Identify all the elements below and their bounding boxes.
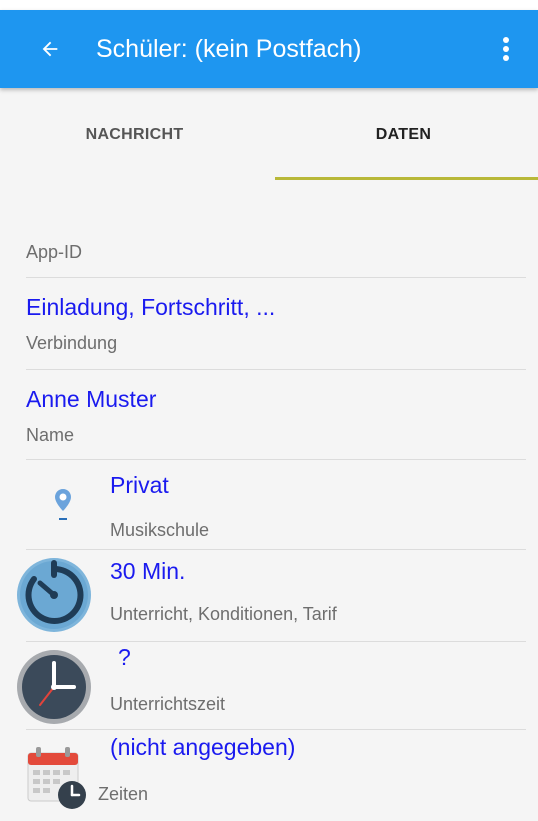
school-label: Musikschule bbox=[110, 520, 210, 540]
back-button[interactable] bbox=[20, 10, 80, 88]
more-vert-icon bbox=[503, 37, 509, 61]
times-icon-box bbox=[18, 730, 94, 820]
name-value: Anne Muster bbox=[26, 386, 157, 412]
lesson-value: 30 Min. bbox=[110, 558, 186, 584]
overflow-menu-button[interactable] bbox=[486, 10, 526, 88]
tab-bar: NACHRICHT DATEN bbox=[0, 88, 538, 182]
school-icon-box bbox=[28, 460, 98, 550]
connection-value: Einladung, Fortschritt, ... bbox=[26, 294, 276, 320]
name-label: Name bbox=[26, 425, 75, 445]
app-id-label: App-ID bbox=[26, 242, 83, 262]
data-list: App-ID Einladung, Fortschritt, ... Verbi… bbox=[0, 182, 538, 816]
page-title: Schüler: (kein Postfach) bbox=[96, 34, 362, 63]
times-label: Zeiten bbox=[98, 784, 149, 804]
timer-icon bbox=[17, 558, 91, 632]
list-item-lesson-time[interactable]: ? Unterrichtszeit bbox=[17, 642, 526, 730]
lesson-label: Unterricht, Konditionen, Tarif bbox=[110, 604, 337, 624]
list-item-times[interactable]: (nicht angegeben) Zeiten bbox=[26, 730, 526, 816]
tab-nachricht[interactable]: NACHRICHT bbox=[0, 88, 269, 182]
lesson-time-label: Unterrichtszeit bbox=[110, 694, 226, 714]
school-value: Privat bbox=[110, 472, 169, 498]
list-item-name[interactable]: Anne Muster Name bbox=[26, 370, 526, 460]
location-pin-icon bbox=[55, 489, 71, 520]
app-bar: Schüler: (kein Postfach) bbox=[0, 10, 538, 88]
lesson-icon-box bbox=[0, 550, 108, 640]
calendar-clock-icon bbox=[27, 747, 86, 809]
list-item-connection[interactable]: Einladung, Fortschritt, ... Verbindung bbox=[26, 278, 526, 370]
clock-icon bbox=[17, 650, 91, 724]
tab-daten[interactable]: DATEN bbox=[269, 88, 538, 182]
lesson-time-value: ? bbox=[118, 644, 131, 670]
list-item-app-id[interactable]: App-ID bbox=[26, 182, 526, 278]
times-value: (nicht angegeben) bbox=[110, 734, 296, 760]
lesson-time-icon-box bbox=[0, 642, 108, 732]
connection-label: Verbindung bbox=[26, 333, 118, 353]
status-bar-gap bbox=[0, 0, 538, 10]
list-item-school[interactable]: Privat Musikschule bbox=[26, 460, 526, 550]
list-item-lesson[interactable]: 30 Min. Unterricht, Konditionen, Tarif bbox=[17, 550, 526, 642]
arrow-left-icon bbox=[42, 41, 58, 57]
